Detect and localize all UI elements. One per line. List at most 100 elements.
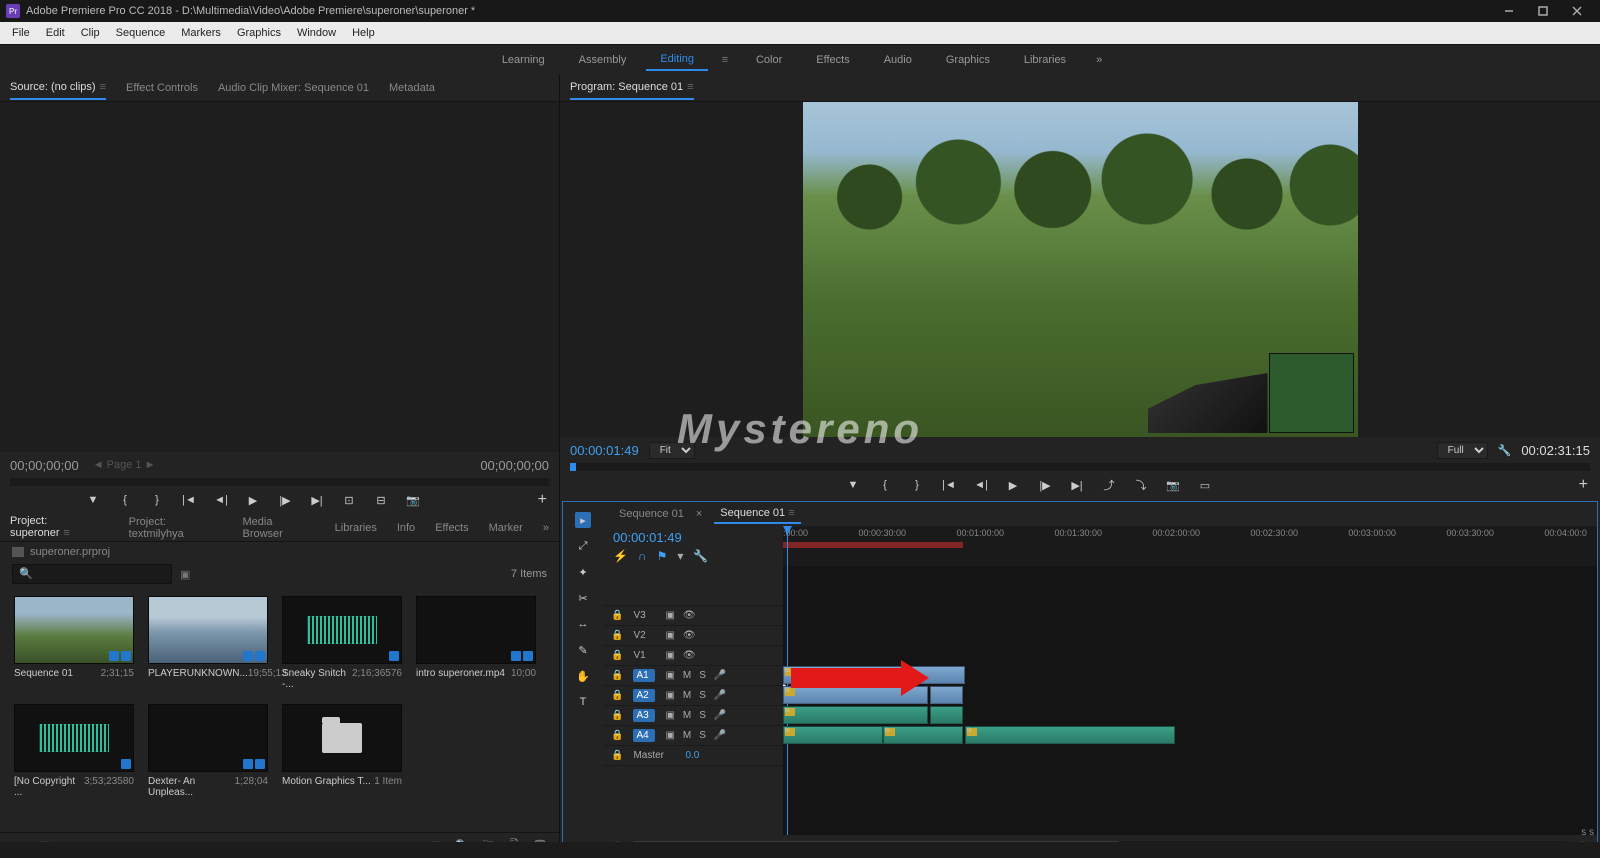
menu-sequence[interactable]: Sequence — [108, 24, 174, 42]
audio-clip[interactable] — [930, 706, 963, 724]
track-a1[interactable]: 🔒A1▣MS🎤 — [603, 666, 783, 686]
menu-help[interactable]: Help — [344, 24, 383, 42]
ripple-tool-icon[interactable]: ✦ — [575, 564, 591, 580]
type-tool-icon[interactable]: T — [575, 694, 591, 710]
track-v1[interactable]: 🔒V1▣👁 — [603, 646, 783, 666]
step-forward-icon[interactable]: |▶ — [1036, 476, 1054, 494]
close-tab-icon[interactable]: × — [696, 508, 702, 520]
workspace-assembly[interactable]: Assembly — [565, 50, 641, 70]
audio-clip[interactable]: fx — [783, 706, 928, 724]
zoom-select[interactable]: Fit — [649, 442, 695, 459]
work-area-bar[interactable] — [783, 542, 963, 548]
insert-icon[interactable]: ⊡ — [340, 491, 358, 509]
tabs-overflow-icon[interactable]: » — [543, 522, 549, 534]
mark-in-icon[interactable]: { — [116, 491, 134, 509]
menu-window[interactable]: Window — [289, 24, 344, 42]
track-a3[interactable]: 🔒A3▣MS🎤 — [603, 706, 783, 726]
program-scrub-bar[interactable] — [570, 463, 1590, 471]
video-clip[interactable]: fx — [783, 666, 965, 684]
track-a4[interactable]: 🔒A4▣MS🎤 — [603, 726, 783, 746]
razor-tool-icon[interactable]: ✂ — [575, 590, 591, 606]
grid-item[interactable]: Dexter- An Unpleas...1;28;04 — [148, 704, 268, 798]
timeline-ruler[interactable]: :00:0000:00:30:0000:01:00:00 00:01:30:00… — [783, 526, 1597, 566]
overwrite-icon[interactable]: ⊟ — [372, 491, 390, 509]
workspace-color[interactable]: Color — [742, 50, 796, 70]
playhead-icon[interactable] — [787, 526, 788, 566]
close-button[interactable] — [1560, 0, 1594, 22]
slip-tool-icon[interactable]: ↔ — [575, 616, 591, 632]
source-tc-left[interactable]: 00;00;00;00 — [10, 458, 79, 473]
menu-edit[interactable]: Edit — [38, 24, 73, 42]
timeline-tab-active[interactable]: Sequence 01 ≡ — [714, 504, 800, 524]
snap-icon[interactable]: ⚡ — [613, 549, 628, 563]
video-clip[interactable]: fx — [783, 686, 928, 704]
menu-markers[interactable]: Markers — [173, 24, 229, 42]
menu-graphics[interactable]: Graphics — [229, 24, 289, 42]
go-to-in-icon[interactable]: |◄ — [180, 491, 198, 509]
button-editor-icon[interactable]: + — [538, 491, 547, 509]
add-marker-icon[interactable]: ▼ — [84, 491, 102, 509]
go-to-out-icon[interactable]: ▶| — [308, 491, 326, 509]
track-v2[interactable]: 🔒V2▣👁 — [603, 626, 783, 646]
tab-libraries[interactable]: Libraries — [335, 517, 377, 539]
play-icon[interactable]: ▶ — [244, 491, 262, 509]
wrench-icon[interactable]: 🔧 — [693, 549, 708, 563]
linked-sel-icon[interactable]: ∩ — [638, 549, 647, 563]
step-back-icon[interactable]: ◄| — [972, 476, 990, 494]
export-frame-icon[interactable]: 📷 — [404, 491, 422, 509]
audio-clip[interactable]: fx — [965, 726, 1175, 744]
track-v3[interactable]: 🔒V3▣👁 — [603, 606, 783, 626]
resolution-select[interactable]: Full — [1437, 442, 1488, 459]
workspace-libraries[interactable]: Libraries — [1010, 50, 1080, 70]
program-tc-left[interactable]: 00:00:01:49 — [570, 443, 639, 458]
tab-metadata[interactable]: Metadata — [389, 77, 435, 99]
timeline-tab[interactable]: Sequence 01 — [613, 505, 690, 523]
pen-tool-icon[interactable]: ✎ — [575, 642, 591, 658]
extract-icon[interactable]: ⤵ — [1132, 476, 1150, 494]
marker-icon[interactable]: ⚑ — [657, 549, 668, 563]
tab-effect-controls[interactable]: Effect Controls — [126, 77, 198, 99]
mark-out-icon[interactable]: } — [908, 476, 926, 494]
tab-project[interactable]: Project: superoner≡ — [10, 510, 109, 546]
selection-tool-icon[interactable]: ▸ — [575, 512, 591, 528]
search-input[interactable] — [12, 564, 172, 584]
maximize-button[interactable] — [1526, 0, 1560, 22]
hand-tool-icon[interactable]: ✋ — [575, 668, 591, 684]
timeline-tc[interactable]: 00:00:01:49 — [613, 530, 773, 545]
grid-item[interactable]: PLAYERUNKNOWN...19;55;13 — [148, 596, 268, 690]
tab-info[interactable]: Info — [397, 517, 415, 539]
track-area[interactable]: fx fx fx fx fx fx 1 — [783, 566, 1597, 835]
comparison-icon[interactable]: ▭ — [1196, 476, 1214, 494]
program-view[interactable] — [560, 102, 1600, 437]
tab-media-browser[interactable]: Media Browser — [242, 511, 314, 545]
button-editor-icon[interactable]: + — [1579, 476, 1588, 494]
filter-bin-icon[interactable]: ▣ — [180, 568, 190, 581]
lift-icon[interactable]: ⤴ — [1100, 476, 1118, 494]
go-to-out-icon[interactable]: ▶| — [1068, 476, 1086, 494]
grid-item[interactable]: [No Copyright ...3;53;23580 — [14, 704, 134, 798]
workspace-learning[interactable]: Learning — [488, 50, 559, 70]
mark-in-icon[interactable]: { — [876, 476, 894, 494]
audio-clip[interactable]: fx — [883, 726, 963, 744]
menu-clip[interactable]: Clip — [73, 24, 108, 42]
tab-markers[interactable]: Marker — [489, 517, 523, 539]
play-icon[interactable]: ▶ — [1004, 476, 1022, 494]
track-select-tool-icon[interactable]: ⤢ — [575, 538, 591, 554]
tab-audio-mixer[interactable]: Audio Clip Mixer: Sequence 01 — [218, 77, 369, 99]
grid-item[interactable]: Motion Graphics T...1 Item — [282, 704, 402, 798]
settings-icon[interactable]: 🔧 — [1498, 444, 1512, 457]
export-frame-icon[interactable]: 📷 — [1164, 476, 1182, 494]
grid-item[interactable]: Sneaky Snitch -...2;16;36576 — [282, 596, 402, 690]
step-back-icon[interactable]: ◄| — [212, 491, 230, 509]
workspace-editing[interactable]: Editing — [646, 49, 708, 71]
workspace-menu-icon[interactable]: ≡ — [714, 54, 736, 66]
add-marker-icon[interactable]: ▼ — [844, 476, 862, 494]
workspace-overflow-icon[interactable]: » — [1086, 54, 1112, 66]
minimize-button[interactable] — [1492, 0, 1526, 22]
go-to-in-icon[interactable]: |◄ — [940, 476, 958, 494]
workspace-graphics[interactable]: Graphics — [932, 50, 1004, 70]
workspace-effects[interactable]: Effects — [802, 50, 863, 70]
grid-item[interactable]: intro superoner.mp410;00 — [416, 596, 536, 690]
page-indicator[interactable]: ◄ Page 1 ► — [93, 459, 156, 471]
tab-project2[interactable]: Project: textmilyhya — [129, 511, 223, 545]
